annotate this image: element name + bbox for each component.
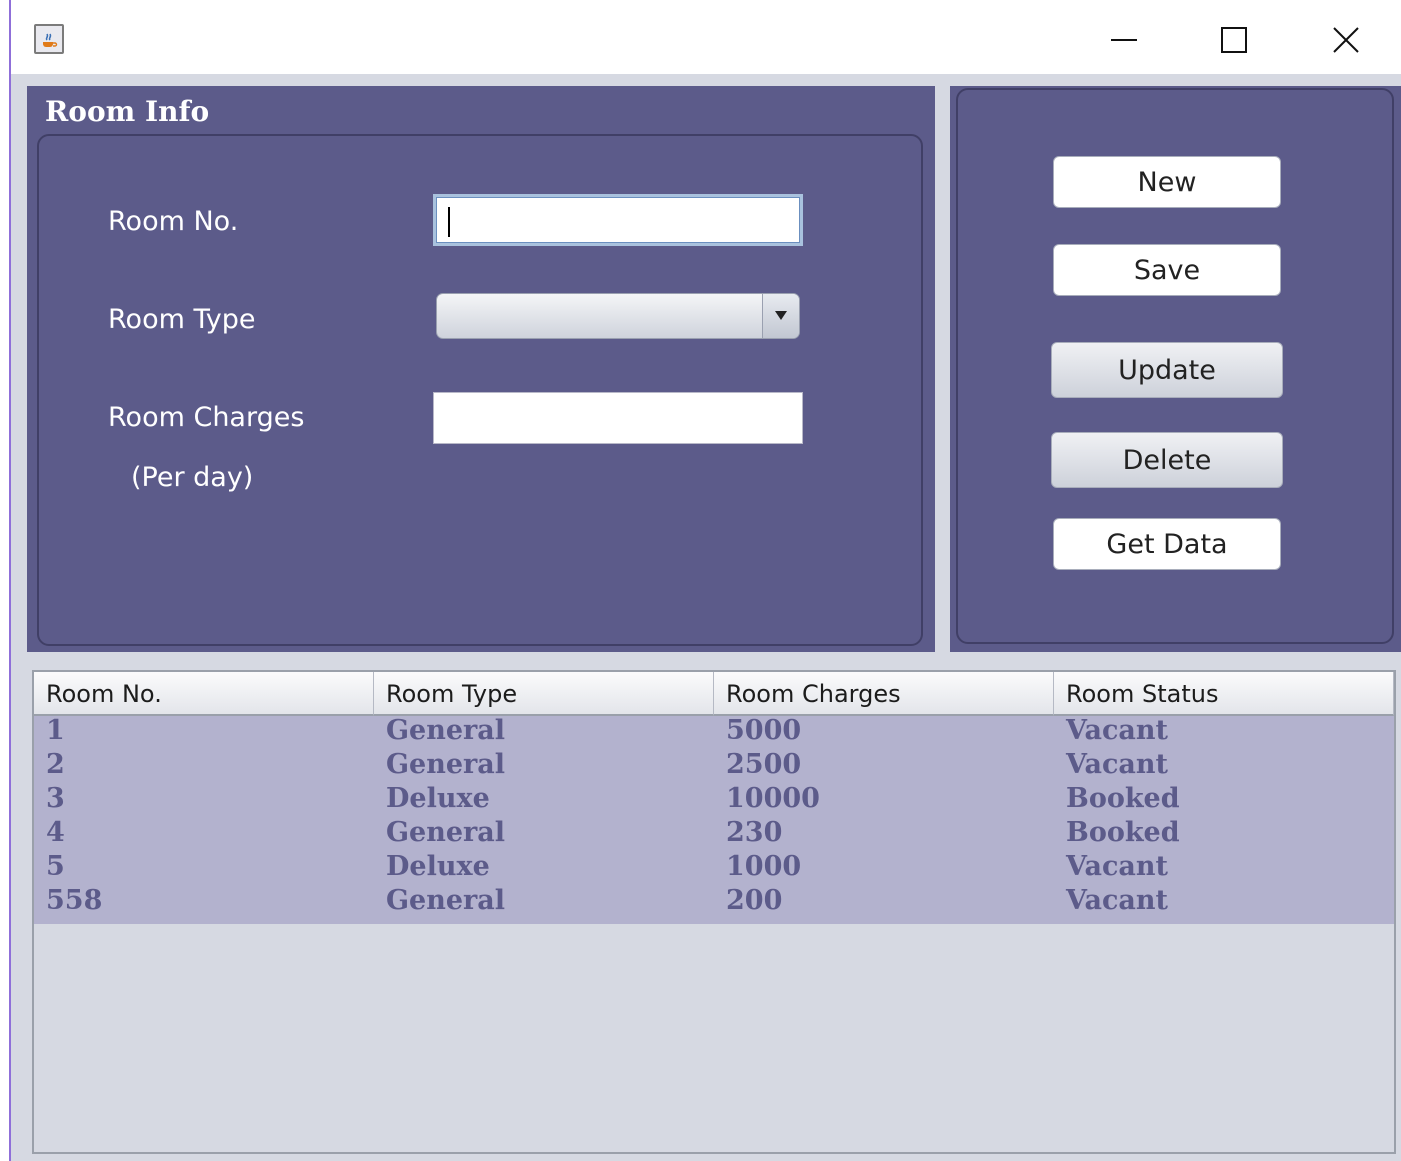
cell-room-type: General	[386, 715, 506, 746]
room-charges-sublabel: (Per day)	[131, 462, 254, 493]
cell-room-type: General	[386, 885, 506, 916]
cell-room-charges: 5000	[726, 715, 802, 746]
table-row[interactable]: 3 Deluxe 10000 Booked	[34, 784, 1394, 818]
cell-room-charges: 230	[726, 817, 783, 848]
minimize-icon	[1111, 39, 1137, 41]
column-header-room-type[interactable]: Room Type	[374, 672, 714, 716]
table-header: Room No. Room Type Room Charges Room Sta…	[34, 672, 1394, 718]
update-button[interactable]: Update	[1051, 342, 1283, 398]
cell-room-charges: 1000	[726, 851, 802, 882]
cell-room-no: 5	[46, 851, 65, 882]
cell-room-status: Vacant	[1066, 715, 1169, 746]
cell-room-no: 4	[46, 817, 65, 848]
cell-room-type: General	[386, 749, 506, 780]
cell-room-status: Booked	[1066, 783, 1180, 814]
cell-room-no: 558	[46, 885, 103, 916]
close-button[interactable]	[1291, 10, 1401, 70]
maximize-button[interactable]	[1179, 10, 1289, 70]
content-area: Room Info Room No. Room Type Room Charge…	[11, 74, 1401, 1161]
room-charges-label: Room Charges	[108, 402, 305, 433]
room-type-label: Room Type	[108, 304, 256, 335]
maximize-icon	[1221, 27, 1247, 53]
cell-room-status: Booked	[1066, 817, 1180, 848]
cell-room-charges: 2500	[726, 749, 802, 780]
table-row[interactable]: 4 General 230 Booked	[34, 818, 1394, 852]
table-body: 1 General 5000 Vacant 2 General 2500 Vac…	[34, 716, 1394, 924]
room-info-title: Room Info	[45, 95, 210, 128]
dropdown-arrow-button[interactable]	[762, 294, 799, 338]
cell-room-no: 1	[46, 715, 65, 746]
cell-room-status: Vacant	[1066, 885, 1169, 916]
table-row[interactable]: 558 General 200 Vacant	[34, 886, 1394, 920]
room-charges-input[interactable]	[433, 392, 803, 444]
rooms-table: Room No. Room Type Room Charges Room Sta…	[32, 670, 1396, 1154]
cell-room-charges: 10000	[726, 783, 820, 814]
cell-room-type: Deluxe	[386, 851, 490, 882]
close-icon	[1333, 27, 1359, 53]
room-no-input[interactable]	[433, 194, 803, 246]
room-info-panel: Room Info Room No. Room Type Room Charge…	[27, 86, 935, 652]
cell-room-status: Vacant	[1066, 749, 1169, 780]
table-row[interactable]: 1 General 5000 Vacant	[34, 716, 1394, 750]
cell-room-no: 3	[46, 783, 65, 814]
column-header-room-no[interactable]: Room No.	[34, 672, 374, 716]
java-coffee-cup-icon[interactable]	[34, 24, 64, 54]
cell-room-charges: 200	[726, 885, 783, 916]
cell-room-type: General	[386, 817, 506, 848]
table-row[interactable]: 2 General 2500 Vacant	[34, 750, 1394, 784]
room-no-label: Room No.	[108, 206, 239, 237]
title-bar	[11, 0, 1401, 74]
cell-room-type: Deluxe	[386, 783, 490, 814]
get-data-button[interactable]: Get Data	[1053, 518, 1281, 570]
delete-button[interactable]: Delete	[1051, 432, 1283, 488]
minimize-button[interactable]	[1069, 10, 1179, 70]
room-type-dropdown[interactable]	[436, 293, 800, 339]
new-button[interactable]: New	[1053, 156, 1281, 208]
actions-panel: New Save Update Delete Get Data	[950, 86, 1401, 652]
save-button[interactable]: Save	[1053, 244, 1281, 296]
table-row[interactable]: 5 Deluxe 1000 Vacant	[34, 852, 1394, 886]
cell-room-status: Vacant	[1066, 851, 1169, 882]
cell-room-no: 2	[46, 749, 65, 780]
chevron-down-icon	[775, 311, 787, 320]
text-caret	[448, 207, 450, 237]
column-header-room-status[interactable]: Room Status	[1054, 672, 1394, 716]
column-header-room-charges[interactable]: Room Charges	[714, 672, 1054, 716]
